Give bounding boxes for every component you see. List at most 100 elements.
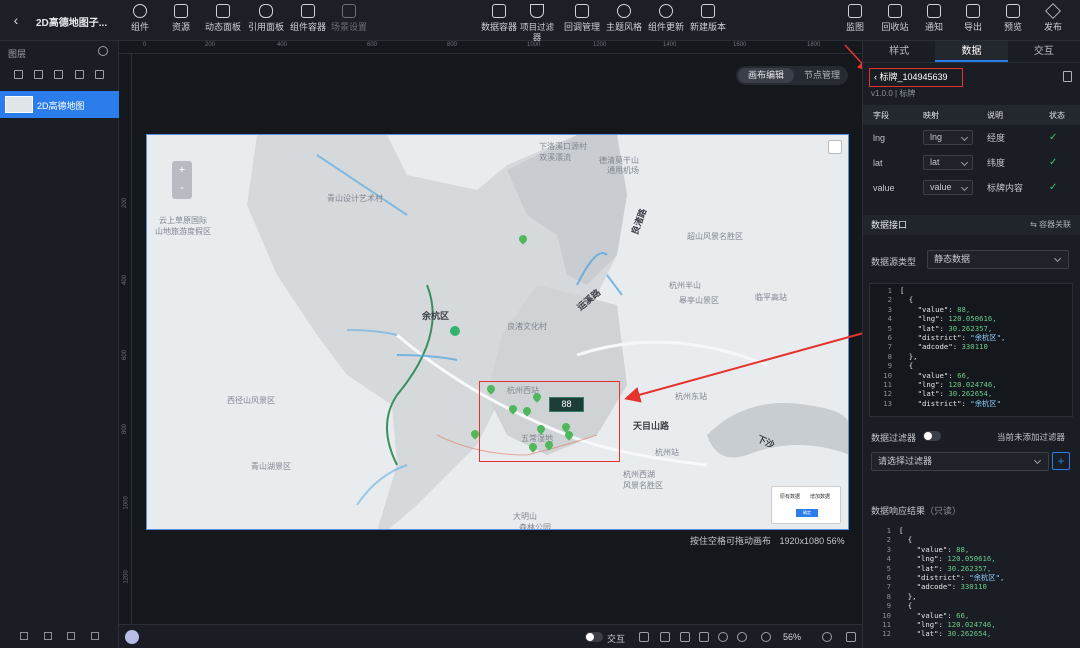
toolbar-container-button[interactable]: 组件容器	[285, 4, 331, 38]
avatar[interactable]	[125, 630, 139, 644]
map-label: 皋亭山景区	[679, 296, 719, 305]
fit-screen-icon[interactable]	[846, 632, 856, 642]
layers-panel: 图层 2D高德地图	[0, 41, 119, 648]
toolbar-refresh-button[interactable]: 组件更新	[643, 4, 689, 38]
static-data-editor[interactable]: 1[2 {3 "value": 88, 4 "lng": 120.050616, 5…	[869, 283, 1073, 417]
mapping-select[interactable]: lng	[923, 130, 973, 145]
toolbar-filter-button[interactable]: 项目过滤器	[516, 4, 558, 42]
settings-icon[interactable]	[718, 632, 728, 642]
tab-data[interactable]: 数据	[935, 41, 1008, 62]
line-number: 3	[887, 304, 892, 314]
link-icon[interactable]	[828, 140, 842, 154]
column-header: 映射	[923, 110, 939, 120]
interaction-toggle[interactable]	[585, 632, 603, 642]
move-down-icon[interactable]	[74, 69, 84, 79]
line-number: 12	[883, 389, 892, 399]
delete-icon[interactable]	[91, 632, 100, 640]
zoom-in-button[interactable]: +	[172, 161, 192, 179]
mapping-select[interactable]: lat	[923, 155, 973, 170]
code-line: 1[	[869, 526, 1073, 535]
move-up-icon[interactable]	[54, 69, 64, 79]
list-icon[interactable]	[95, 69, 105, 79]
toolbar-dynamic-panel-button[interactable]: 动态面板	[200, 4, 246, 38]
bulb-icon[interactable]	[19, 632, 28, 640]
move-top-icon[interactable]	[13, 69, 23, 79]
check-icon: ✓	[1049, 157, 1058, 168]
lock-icon[interactable]	[43, 632, 52, 640]
component-title-text: 标牌_104945639	[879, 72, 948, 82]
code-text: },	[899, 591, 917, 601]
line-number: 12	[882, 629, 891, 639]
back-arrow-icon[interactable]: ‹	[8, 12, 24, 28]
line-number: 3	[886, 544, 891, 554]
layer-thumbnail	[5, 96, 33, 113]
property-panel: 样式 数据 交互 ‹ 标牌_104945639 v1.0.0 | 标牌 字段 映…	[862, 41, 1080, 648]
zoom-out-button[interactable]: -	[172, 179, 192, 197]
ruler-tick: 400	[122, 274, 129, 286]
map-label: 杭州东站	[675, 392, 707, 401]
add-filter-button[interactable]: +	[1052, 452, 1070, 470]
map-label: 云上草原国际	[159, 216, 207, 225]
refresh-icon	[659, 4, 673, 18]
code-key: "district":	[917, 332, 971, 342]
layer-tools	[0, 63, 118, 85]
move-bottom-icon[interactable]	[34, 69, 44, 79]
chart-icon[interactable]	[660, 632, 670, 642]
map-label: 青山湖景区	[251, 462, 291, 471]
layer-item[interactable]: 2D高德地图	[0, 91, 119, 118]
code-text: [	[899, 526, 904, 535]
filter-select[interactable]: 请选择过滤器	[871, 452, 1049, 471]
line-number: 11	[883, 379, 892, 389]
document-icon[interactable]	[1063, 71, 1072, 82]
line-number: 11	[882, 619, 891, 629]
code-line: 2 {	[869, 535, 1073, 544]
toolbar-publish-button[interactable]: 发布	[1030, 3, 1076, 38]
copy-icon[interactable]	[67, 632, 76, 640]
filter-toggle[interactable]	[923, 431, 941, 441]
image-icon[interactable]	[639, 632, 649, 642]
tab-interaction[interactable]: 交互	[1008, 41, 1080, 62]
table-row: lng lng 经度 ✓	[863, 125, 1080, 150]
table-row: lat lat 纬度 ✓	[863, 150, 1080, 175]
map-marker[interactable]	[471, 430, 479, 440]
code-line: 6 "district": "余杭区",	[869, 573, 1073, 582]
toolbar-component-button[interactable]: 组件	[117, 4, 163, 38]
zoom-out-icon[interactable]	[761, 632, 771, 642]
screen-icon[interactable]	[680, 632, 690, 642]
toolbar-link-panel-button[interactable]: 引用面板	[243, 4, 289, 38]
tab-style[interactable]: 样式	[863, 41, 935, 62]
component-title[interactable]: ‹ 标牌_104945639	[869, 68, 963, 87]
code-line: 4 "lng": 120.050616,	[869, 554, 1073, 563]
code-key: "lng":	[917, 379, 949, 389]
map-label: 杭州西湖	[623, 470, 655, 479]
zoom-in-icon[interactable]	[822, 632, 832, 642]
mapping-select[interactable]: value	[923, 180, 973, 195]
search-icon[interactable]	[98, 46, 108, 56]
line-number: 4	[887, 314, 892, 324]
map-marker[interactable]	[519, 235, 527, 245]
help-icon[interactable]	[737, 632, 747, 642]
legend-item[interactable]: 增加数据	[810, 493, 830, 500]
field-name: lat	[873, 157, 883, 168]
flow-line	[606, 274, 623, 296]
legend-item[interactable]: 原有数据	[780, 493, 800, 500]
code-key: "value":	[916, 544, 957, 554]
theme-icon	[617, 4, 631, 18]
tab-canvas-edit[interactable]: 画布编辑	[738, 68, 794, 83]
code-value: 120.024746,	[947, 619, 996, 629]
component-version: v1.0.0 | 标牌	[871, 89, 916, 98]
toolbar-new-version-button[interactable]: 新建版本	[685, 4, 731, 38]
map-component[interactable]: + - 下洛溪口源村 双溪漂流 德清莫干山 通用机场 云上草原国际 山地旅游度假区…	[146, 134, 849, 530]
layers-footer	[0, 624, 119, 648]
tab-node-manage[interactable]: 节点管理	[798, 68, 846, 83]
toolbar-resource-button[interactable]: 资源	[158, 4, 204, 38]
zoom-level[interactable]: 56%	[783, 632, 801, 642]
source-type-select[interactable]: 静态数据	[927, 250, 1069, 269]
legend-confirm-button[interactable]: 确定	[796, 509, 818, 517]
layout-icon[interactable]	[699, 632, 709, 642]
toolbar-callback-button[interactable]: 回调管理	[559, 4, 605, 38]
container-link[interactable]: ⇆ 容器关联	[1030, 215, 1071, 235]
toolbar-scene-button[interactable]: 场景设置	[326, 4, 372, 38]
toolbar-theme-button[interactable]: 主题风格	[601, 4, 647, 38]
code-text: {	[899, 535, 913, 545]
